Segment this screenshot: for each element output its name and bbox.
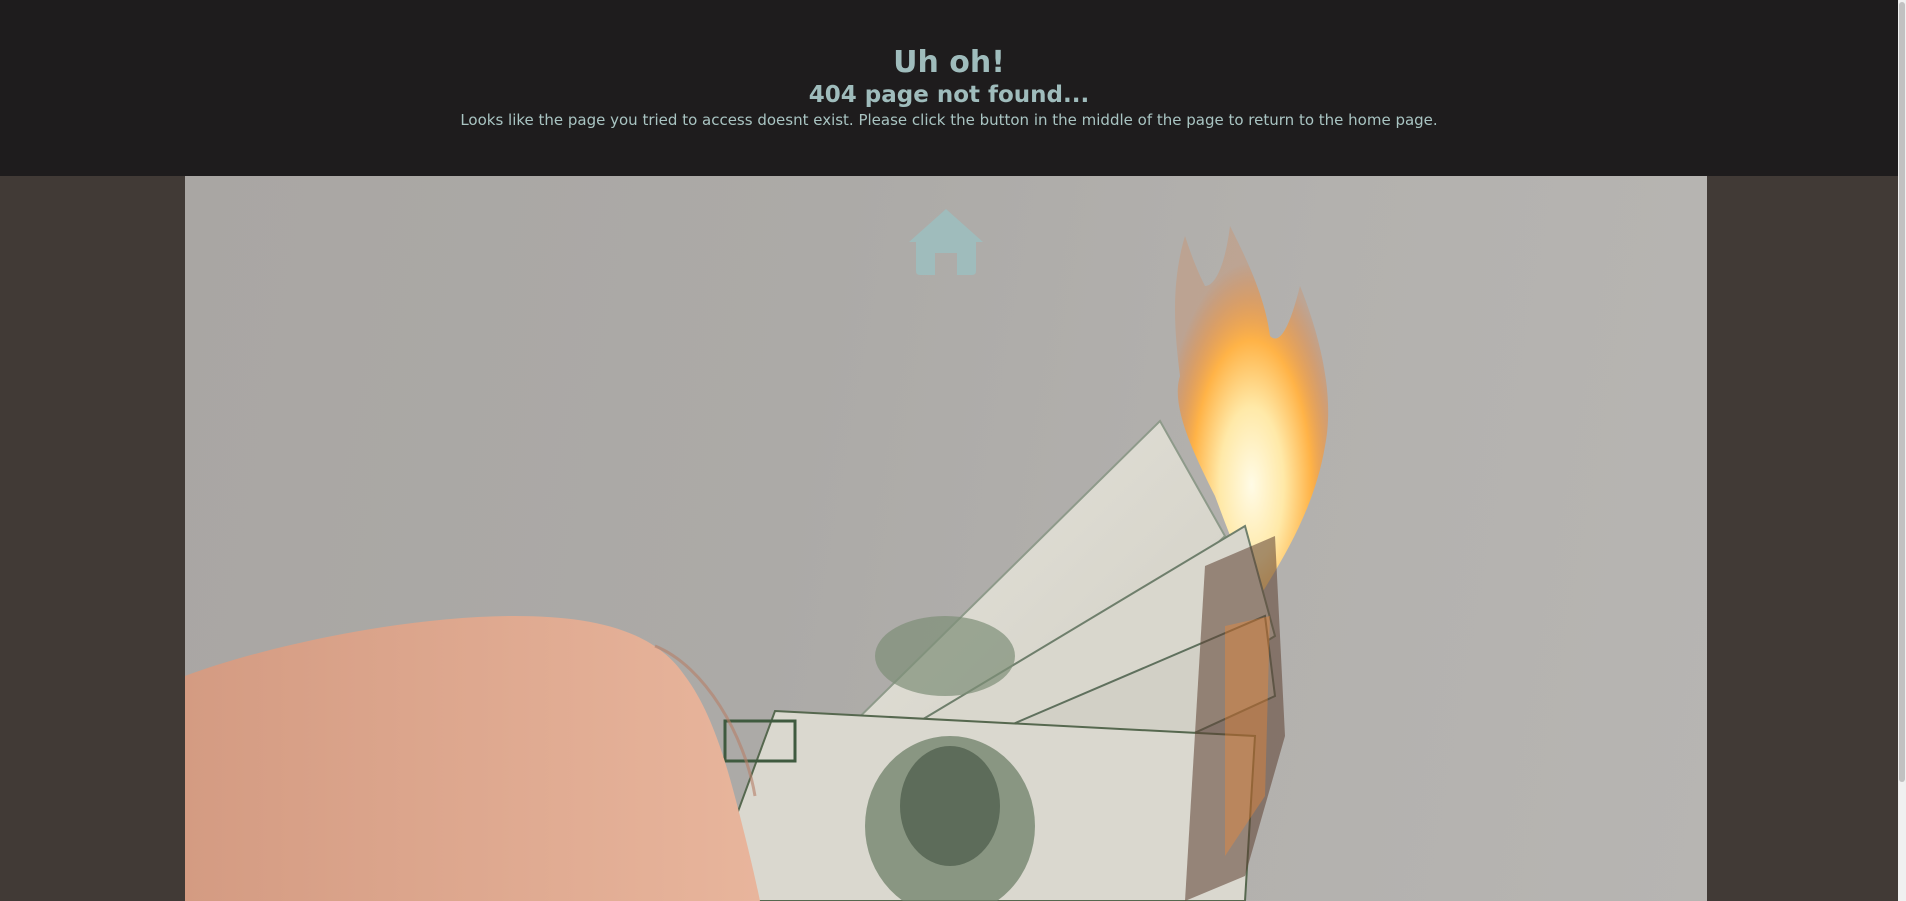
- header: Uh oh! 404 page not found... Looks like …: [0, 0, 1898, 176]
- page: Uh oh! 404 page not found... Looks like …: [0, 0, 1906, 901]
- home-button[interactable]: [909, 209, 983, 275]
- error-subtitle: 404 page not found...: [808, 82, 1090, 108]
- hand-shape: [185, 616, 760, 901]
- hero-image-section: [185, 176, 1707, 901]
- home-icon: [909, 209, 983, 275]
- page-title: Uh oh!: [893, 45, 1005, 80]
- burning-money-photo: [185, 226, 1329, 901]
- vertical-scrollbar[interactable]: [1898, 0, 1906, 901]
- error-message: Looks like the page you tried to access …: [460, 111, 1438, 129]
- dollar-bills: [703, 419, 1285, 901]
- scrollbar-thumb[interactable]: [1899, 2, 1905, 782]
